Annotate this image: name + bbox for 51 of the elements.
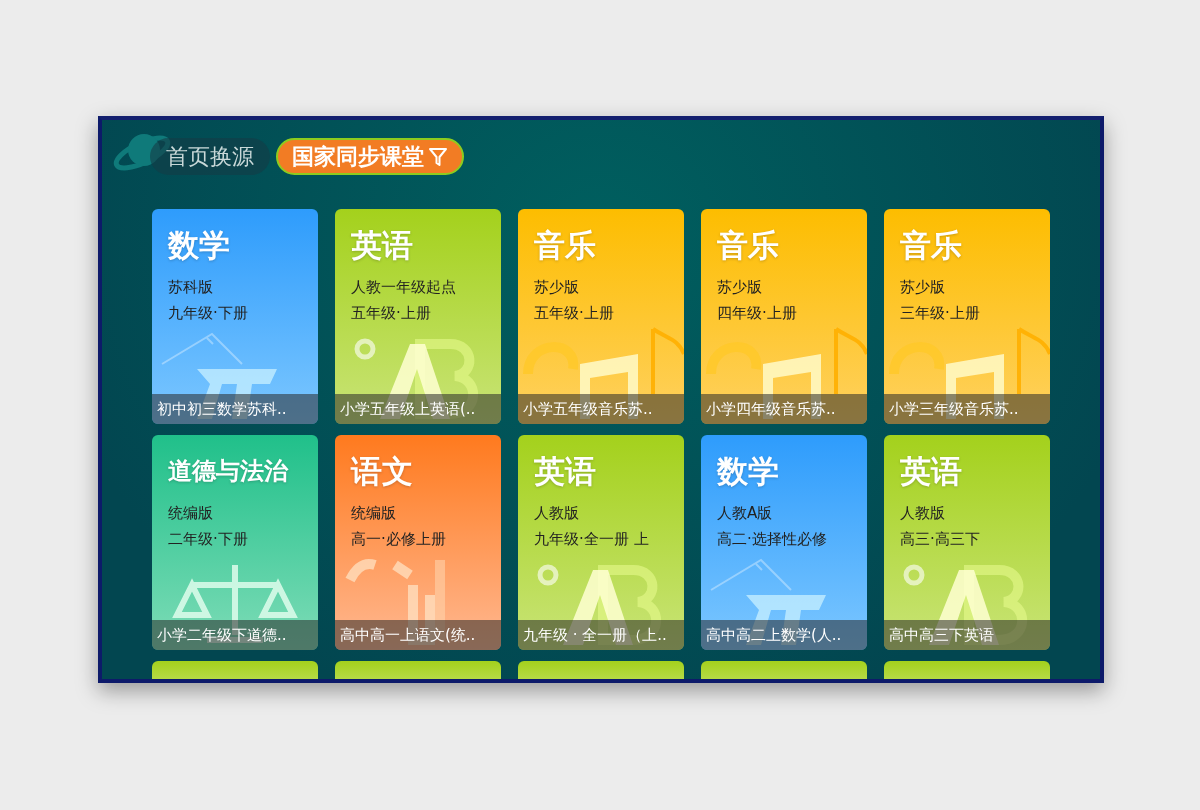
subject-title: 数学 — [166, 226, 231, 265]
subject-title: 语文 — [349, 452, 414, 491]
course-caption: 小学三年级音乐苏.. — [884, 394, 1050, 424]
subject-title: 英语 — [533, 452, 597, 491]
edition-text: 苏少版 — [716, 277, 763, 298]
course-card[interactable]: 英语 人教版 高三·高三下 高中高三下英语 — [884, 435, 1050, 650]
tab[interactable]: 首页换源 — [150, 138, 270, 175]
grade-text: 高三·高三下 — [899, 529, 981, 550]
course-caption: 高中高三下英语 — [884, 620, 1050, 650]
grade-text: 五年级·上册 — [350, 303, 432, 324]
edition-text: 苏科版 — [167, 277, 214, 298]
grade-text: 九年级·下册 — [167, 303, 249, 324]
edition-text: 统编版 — [167, 503, 214, 524]
grade-text: 四年级·上册 — [716, 303, 798, 324]
course-card[interactable]: 英语 人教一年级起点 五年级·上册 小学五年级上英语(.. — [335, 209, 501, 424]
subject-title: 道德与法治 — [167, 455, 290, 487]
grade-text: 高二·选择性必修 — [716, 529, 828, 550]
grade-text: 九年级·全一册 上 — [533, 529, 650, 550]
subject-title: 英语 — [899, 452, 963, 491]
course-card[interactable]: 音乐 苏少版 三年级·上册 小学三年级音乐苏.. — [884, 209, 1050, 424]
course-card[interactable]: 英语 人教版 九年级·全一册 上 九年级 · 全一册（上.. — [518, 435, 684, 650]
subject-title: 英语 — [350, 226, 414, 265]
course-caption: 小学四年级音乐苏.. — [701, 394, 867, 424]
course-card[interactable]: 语文 统编版 高一·必修上册 高中高一上语文(统.. — [335, 435, 501, 650]
subject-title: 数学 — [715, 452, 780, 491]
course-caption: 初中初三数学苏科.. — [152, 394, 318, 424]
course-card[interactable]: 数学 苏科版 九年级·下册 初中初三数学苏科.. — [152, 209, 318, 424]
course-caption: 小学五年级上英语(.. — [335, 394, 501, 424]
course-card[interactable]: 数学 人教A版 高二·选择性必修 高中高二上数学(人.. — [701, 435, 867, 650]
edition-text: 统编版 — [350, 503, 397, 524]
edition-text: 人教版 — [899, 503, 946, 524]
subject-title: 音乐 — [899, 226, 963, 265]
edition-text: 人教一年级起点 — [350, 277, 457, 298]
course-caption: 小学二年级下道德.. — [152, 620, 318, 650]
edition-text: 苏少版 — [899, 277, 946, 298]
course-card[interactable]: 音乐 苏少版 五年级·上册 小学五年级音乐苏.. — [518, 209, 684, 424]
course-card[interactable]: 音乐 苏少版 四年级·上册 小学四年级音乐苏.. — [701, 209, 867, 424]
edition-text: 人教版 — [533, 503, 580, 524]
course-caption: 九年级 · 全一册（上.. — [518, 620, 684, 650]
grade-text: 二年级·下册 — [167, 529, 249, 550]
course-card[interactable]: 道德与法治 统编版 二年级·下册 小学二年级下道德.. — [152, 435, 318, 650]
subject-title: 音乐 — [533, 226, 597, 265]
edition-text: 人教A版 — [716, 503, 774, 524]
course-caption: 高中高二上数学(人.. — [701, 620, 867, 650]
grade-text: 三年级·上册 — [899, 303, 981, 324]
course-caption: 小学五年级音乐苏.. — [518, 394, 684, 424]
grade-text: 五年级·上册 — [533, 303, 615, 324]
subject-title: 音乐 — [716, 226, 780, 265]
course-caption: 高中高一上语文(统.. — [335, 620, 501, 650]
grade-text: 高一·必修上册 — [350, 529, 447, 550]
edition-text: 苏少版 — [533, 277, 580, 298]
